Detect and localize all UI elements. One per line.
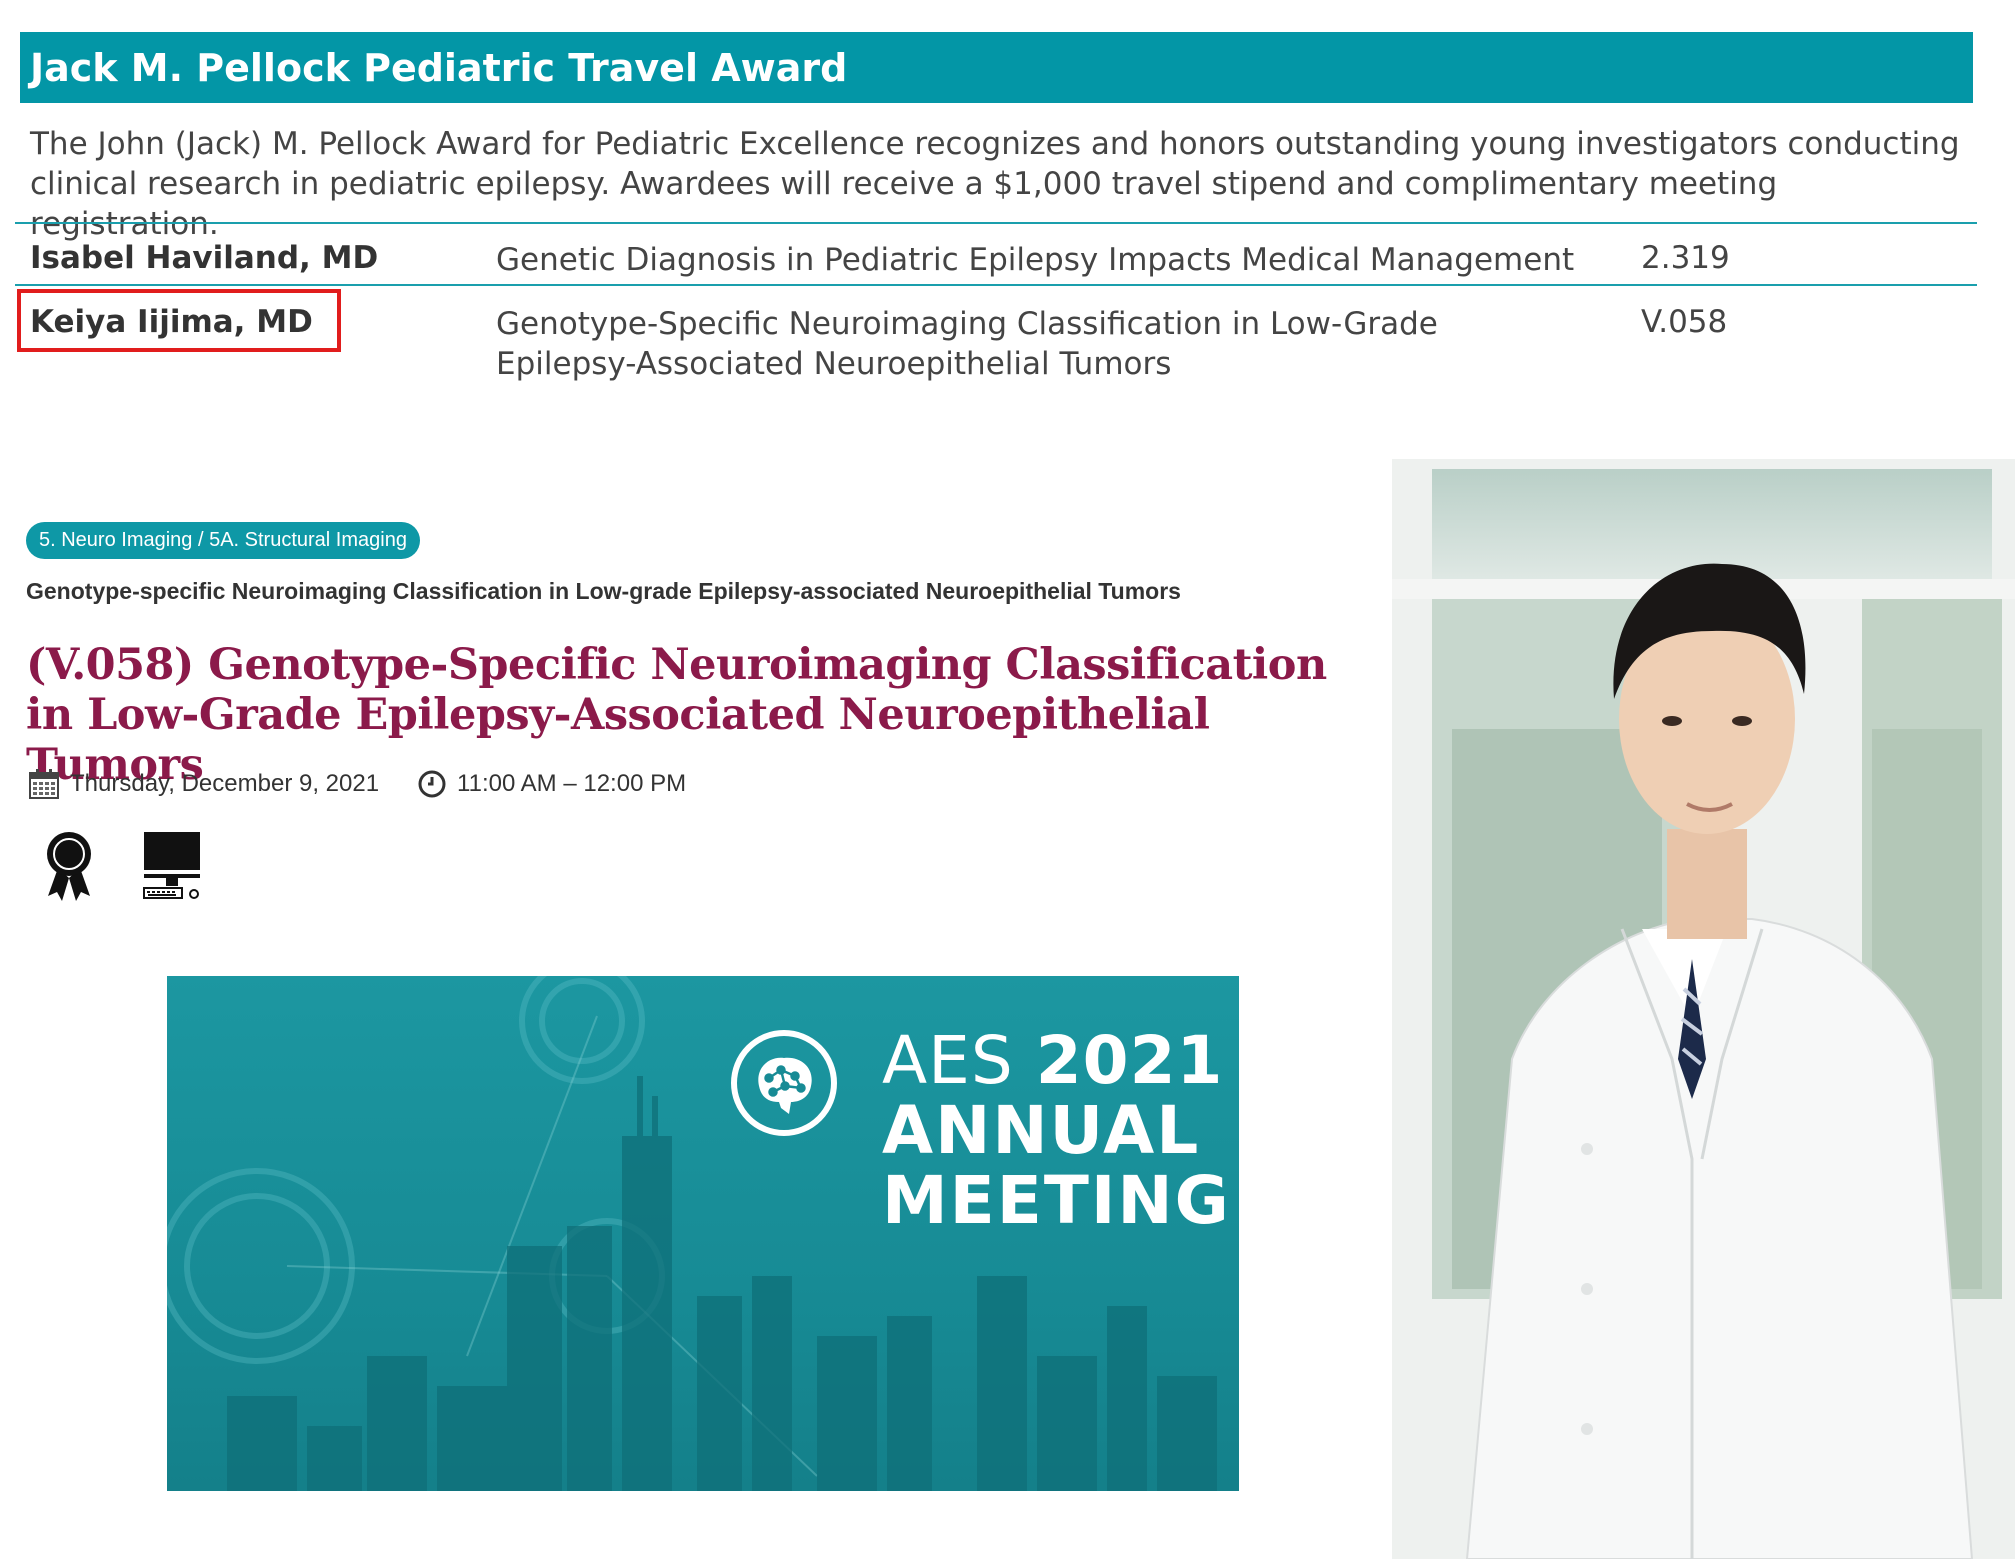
- divider: [15, 284, 1977, 286]
- banner-headline: AES 2021 ANNUAL MEETING: [882, 1028, 1231, 1234]
- banner-annual: ANNUAL: [882, 1092, 1201, 1169]
- awardee-abstract-code: V.058: [1641, 304, 1728, 340]
- session-meta: Thursday, December 9, 2021 11:00 AM – 12…: [28, 768, 686, 800]
- session-subtitle: Genotype-specific Neuroimaging Classific…: [26, 578, 1181, 604]
- aes-brain-logo-icon: [731, 1030, 837, 1136]
- divider: [15, 222, 1977, 224]
- award-title: Jack M. Pellock Pediatric Travel Award: [30, 45, 848, 90]
- award-header: Jack M. Pellock Pediatric Travel Award: [20, 32, 1973, 103]
- highlight-annotation-box: [17, 289, 341, 352]
- banner-year: 2021: [1035, 1022, 1224, 1099]
- awardee-abstract-title[interactable]: Genetic Diagnosis in Pediatric Epilepsy …: [496, 240, 1576, 280]
- track-badge[interactable]: 5. Neuro Imaging / 5A. Structural Imagin…: [26, 522, 420, 559]
- awardee-name[interactable]: Isabel Haviland, MD: [30, 240, 378, 276]
- awardee-portrait-photo: [1392, 459, 2015, 1559]
- computer-icon[interactable]: [142, 830, 202, 907]
- awardee-abstract-title[interactable]: Genotype-Specific Neuroimaging Classific…: [496, 304, 1576, 384]
- award-ribbon-icon[interactable]: [44, 830, 94, 907]
- calendar-icon: [28, 768, 60, 800]
- award-description: The John (Jack) M. Pellock Award for Ped…: [30, 126, 1960, 242]
- track-label: 5. Neuro Imaging / 5A. Structural Imagin…: [39, 529, 407, 551]
- banner-meeting: MEETING: [882, 1162, 1231, 1239]
- clock-icon: [417, 769, 447, 799]
- aes-meeting-banner: AES 2021 ANNUAL MEETING: [167, 976, 1239, 1491]
- session-time: 11:00 AM – 12:00 PM: [457, 770, 687, 797]
- awardee-abstract-code: 2.319: [1641, 240, 1730, 276]
- portrait-illustration: [1392, 459, 2015, 1559]
- session-date: Thursday, December 9, 2021: [70, 770, 380, 797]
- banner-aes: AES: [882, 1022, 1014, 1099]
- session-badges: [44, 830, 202, 907]
